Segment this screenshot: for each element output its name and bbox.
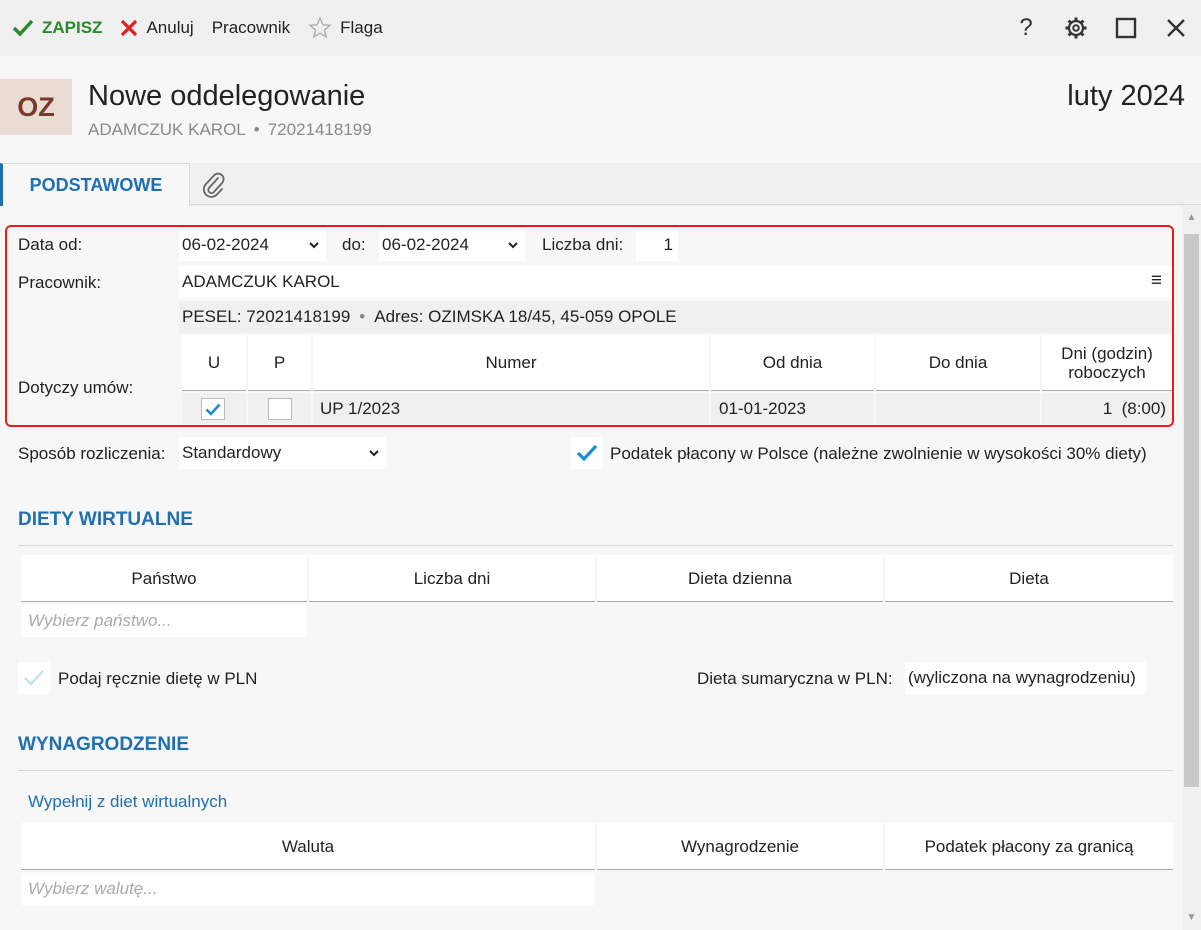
settlement-select[interactable]: Standardowy [179,437,386,469]
column-header-foreign-tax: Podatek płacony za granicą [885,823,1173,870]
tax-poland-label: Podatek płacony w Polsce (należne zwolni… [610,444,1147,463]
help-icon: ? [1019,14,1033,41]
scroll-thumb[interactable] [1184,234,1199,787]
flag-button[interactable]: Flaga [299,0,392,56]
highlight-frame [5,225,1174,427]
settlement-value: Standardowy [182,443,282,462]
diet-sum-value: (wyliczona na wynagrodzeniu) [908,668,1136,687]
cancel-button[interactable]: Anuluj [111,0,202,56]
checkmark-icon [12,19,34,37]
header-pesel: 72021418199 [267,120,372,139]
currency-input[interactable]: Wybierz walutę... [21,873,595,905]
close-icon [1167,19,1185,37]
star-icon [308,16,332,39]
toolbar: ZAPISZ Anuluj Pracownik Flaga ? [0,0,1201,56]
settings-button[interactable] [1051,0,1101,56]
column-header-salary: Wynagrodzenie [597,823,883,870]
gear-icon [1065,17,1087,39]
close-button[interactable] [1151,0,1201,56]
tab-basic[interactable]: PODSTAWOWE [0,163,190,206]
tax-poland-checkbox[interactable] [571,437,603,469]
chevron-down-icon [369,450,379,457]
employee-button[interactable]: Pracownik [203,0,299,56]
separator-dot: • [253,120,260,139]
scroll-up-icon[interactable]: ▲ [1186,212,1197,223]
flag-label: Flaga [340,18,383,37]
maximize-icon [1115,17,1137,39]
tab-attachments[interactable] [198,169,230,201]
save-label: ZAPISZ [42,18,103,37]
column-header-daily-diet: Dieta dzienna [597,555,883,602]
column-header-country: Państwo [21,555,307,602]
period-label: luty 2024 [1067,80,1185,112]
column-header-diet: Dieta [885,555,1173,602]
header-employee-name: ADAMCZUK KAROL [88,120,246,139]
maximize-button[interactable] [1101,0,1151,56]
window-controls: ? [1001,0,1201,56]
close-red-icon [121,19,138,37]
country-input[interactable]: Wybierz państwo... [21,605,307,637]
section-divider [18,770,1173,771]
diet-sum-field: (wyliczona na wynagrodzeniu) [905,662,1146,694]
tab-basic-label: PODSTAWOWE [29,174,163,195]
avatar: OZ [0,79,72,135]
paperclip-icon [202,172,225,198]
salary-title: WYNAGRODZENIE [18,734,189,755]
settlement-label: Sposób rozliczenia: [18,444,166,463]
save-button[interactable]: ZAPISZ [0,0,111,56]
manual-diet-label: Podaj ręcznie dietę w PLN [58,669,258,688]
checkmark-icon [24,670,44,686]
scroll-down-icon[interactable]: ▼ [1186,912,1197,923]
fill-from-diets-link[interactable]: Wypełnij z diet wirtualnych [28,792,227,812]
checkmark-icon [576,444,598,462]
column-header-days: Liczba dni [309,555,595,602]
help-button[interactable]: ? [1001,0,1051,56]
manual-diet-checkbox[interactable] [18,662,50,694]
diet-sum-label: Dieta sumaryczna w PLN: [697,669,893,688]
page-subtitle: ADAMCZUK KAROL • 72021418199 [88,120,372,140]
virtual-diets-title: DIETY WIRTUALNE [18,509,193,530]
section-divider [18,545,1173,546]
tab-bar: PODSTAWOWE [0,163,1201,206]
page-title: Nowe oddelegowanie [88,80,366,112]
column-header-currency: Waluta [21,823,595,870]
employee-label: Pracownik [211,18,291,37]
document-header: OZ Nowe oddelegowanie ADAMCZUK KAROL • 720… [0,56,1201,163]
cancel-label: Anuluj [146,18,194,37]
vertical-scrollbar[interactable]: ▲ ▼ [1182,206,1201,930]
